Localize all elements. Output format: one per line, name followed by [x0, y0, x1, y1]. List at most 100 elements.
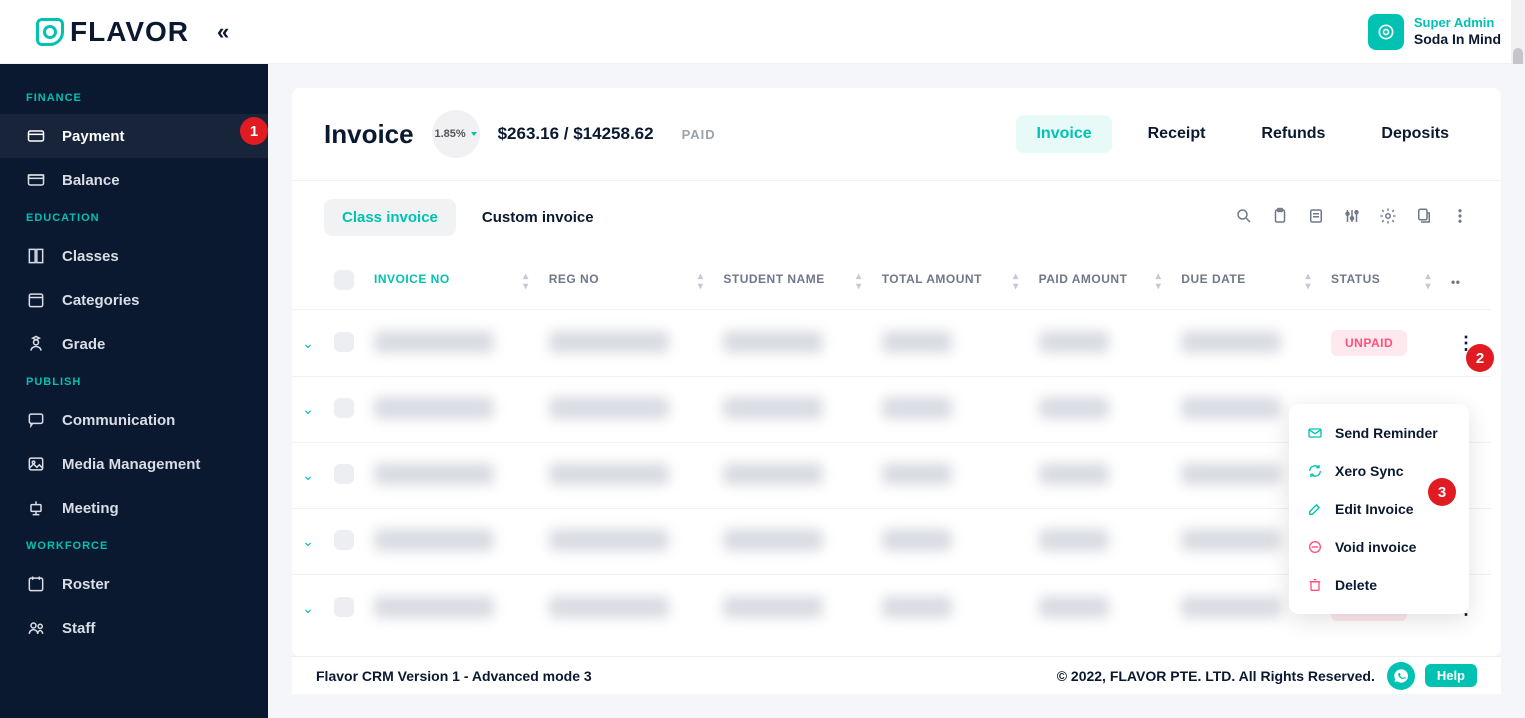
topbar: FLAVOR « Super Admin Soda In Mind: [0, 0, 1525, 64]
sidebar-item-label: Payment: [62, 128, 125, 145]
sidebar-item-grade[interactable]: Grade: [0, 322, 268, 366]
cell-due-date: [1181, 529, 1281, 551]
percent-chip: 1.85%: [432, 110, 480, 158]
subtab-class-invoice[interactable]: Class invoice: [324, 199, 456, 236]
row-checkbox[interactable]: [334, 530, 354, 550]
cell-total-amount: [882, 397, 952, 419]
cell-due-date: [1181, 331, 1281, 353]
sidebar-item-classes[interactable]: Classes: [0, 234, 268, 278]
gear-icon[interactable]: [1379, 207, 1397, 228]
col-status[interactable]: STATUS▴▾: [1321, 254, 1441, 310]
sidebar-item-label: Classes: [62, 248, 119, 265]
sidebar-section-label: WORKFORCE: [0, 530, 268, 562]
cell-student-name: [723, 596, 823, 618]
expand-row-icon[interactable]: ⌄: [302, 467, 314, 484]
expand-row-icon[interactable]: ⌄: [302, 533, 314, 550]
sidebar-item-categories[interactable]: Categories: [0, 278, 268, 322]
cell-student-name: [723, 397, 823, 419]
expand-row-icon[interactable]: ⌄: [302, 335, 314, 352]
tab-refunds[interactable]: Refunds: [1241, 115, 1345, 153]
row-checkbox[interactable]: [334, 464, 354, 484]
expand-row-icon[interactable]: ⌄: [302, 600, 314, 617]
action-send-reminder[interactable]: Send Reminder: [1289, 414, 1469, 452]
subtab-custom-invoice[interactable]: Custom invoice: [464, 199, 612, 236]
cell-invoice-no: [374, 463, 494, 485]
sidebar-item-communication[interactable]: Communication: [0, 398, 268, 442]
callout-1: 1: [240, 117, 268, 145]
sidebar-collapse-button[interactable]: «: [217, 19, 229, 45]
summary-paid-label: PAID: [682, 127, 716, 142]
col-student-name[interactable]: STUDENT NAME▴▾: [713, 254, 871, 310]
cell-total-amount: [882, 463, 952, 485]
cell-total-amount: [882, 529, 952, 551]
col-reg-no[interactable]: REG NO▴▾: [539, 254, 714, 310]
action-label: Delete: [1335, 577, 1377, 593]
expand-row-icon[interactable]: ⌄: [302, 401, 314, 418]
sidebar-item-label: Categories: [62, 292, 140, 309]
toolbar-icons: [1235, 207, 1469, 228]
col-due-date[interactable]: DUE DATE▴▾: [1171, 254, 1321, 310]
search-icon[interactable]: [1235, 207, 1253, 228]
sidebar-item-meeting[interactable]: Meeting: [0, 486, 268, 530]
callout-2: 2: [1466, 344, 1494, 372]
sidebar-item-balance[interactable]: Balance: [0, 158, 268, 202]
sidebar-item-label: Roster: [62, 576, 110, 593]
sidebar: FINANCEPaymentBalanceEDUCATIONClassesCat…: [0, 64, 268, 718]
footer-right: © 2022, FLAVOR PTE. LTD. All Rights Rese…: [1057, 668, 1375, 684]
tab-deposits[interactable]: Deposits: [1361, 115, 1469, 153]
trash-icon: [1307, 577, 1323, 593]
sidebar-item-roster[interactable]: Roster: [0, 562, 268, 606]
sidebar-item-label: Media Management: [62, 456, 200, 473]
select-all-checkbox[interactable]: [334, 270, 354, 290]
sync-icon: [1307, 463, 1323, 479]
page-title: Invoice: [324, 119, 414, 150]
user-role: Super Admin: [1414, 15, 1501, 31]
sidebar-item-staff[interactable]: Staff: [0, 606, 268, 650]
card-icon: [26, 126, 46, 146]
action-void-invoice[interactable]: Void invoice: [1289, 528, 1469, 566]
row-checkbox[interactable]: [334, 398, 354, 418]
col-invoice-no[interactable]: INVOICE NO▴▾: [364, 254, 539, 310]
cell-reg-no: [549, 397, 669, 419]
void-icon: [1307, 539, 1323, 555]
footer: Flavor CRM Version 1 - Advanced mode 3 ©…: [292, 656, 1501, 694]
sidebar-item-media-management[interactable]: Media Management: [0, 442, 268, 486]
sub-tabs: Class invoiceCustom invoice: [324, 199, 612, 236]
action-label: Send Reminder: [1335, 425, 1438, 441]
sidebar-item-payment[interactable]: Payment: [0, 114, 268, 158]
person-hat-icon: [26, 334, 46, 354]
action-label: Void invoice: [1335, 539, 1416, 555]
cell-reg-no: [549, 331, 669, 353]
action-label: Xero Sync: [1335, 463, 1403, 479]
cell-invoice-no: [374, 529, 494, 551]
cell-paid-amount: [1039, 397, 1109, 419]
book-icon: [26, 246, 46, 266]
export-icon[interactable]: [1415, 207, 1433, 228]
whatsapp-icon[interactable]: [1387, 662, 1415, 690]
sliders-icon[interactable]: [1343, 207, 1361, 228]
chat-icon: [26, 410, 46, 430]
tab-invoice[interactable]: Invoice: [1016, 115, 1111, 153]
table-row: ⌄UNPAID⋮: [292, 310, 1491, 377]
calendar2-icon: [26, 574, 46, 594]
user-avatar-icon: [1368, 14, 1404, 50]
cell-paid-amount: [1039, 463, 1109, 485]
cell-total-amount: [882, 331, 952, 353]
sidebar-section-label: PUBLISH: [0, 366, 268, 398]
col-total-amount[interactable]: TOTAL AMOUNT▴▾: [872, 254, 1029, 310]
more-icon[interactable]: [1451, 207, 1469, 228]
action-delete[interactable]: Delete: [1289, 566, 1469, 604]
wallet-icon: [26, 170, 46, 190]
list-icon[interactable]: [1307, 207, 1325, 228]
cell-due-date: [1181, 397, 1281, 419]
row-checkbox[interactable]: [334, 597, 354, 617]
sidebar-section-label: EDUCATION: [0, 202, 268, 234]
cell-student-name: [723, 529, 823, 551]
help-button[interactable]: Help: [1425, 664, 1477, 687]
row-checkbox[interactable]: [334, 332, 354, 352]
clipboard-icon[interactable]: [1271, 207, 1289, 228]
user-menu[interactable]: Super Admin Soda In Mind: [1368, 14, 1501, 50]
col-paid-amount[interactable]: PAID AMOUNT▴▾: [1029, 254, 1172, 310]
podium-icon: [26, 498, 46, 518]
tab-receipt[interactable]: Receipt: [1128, 115, 1226, 153]
